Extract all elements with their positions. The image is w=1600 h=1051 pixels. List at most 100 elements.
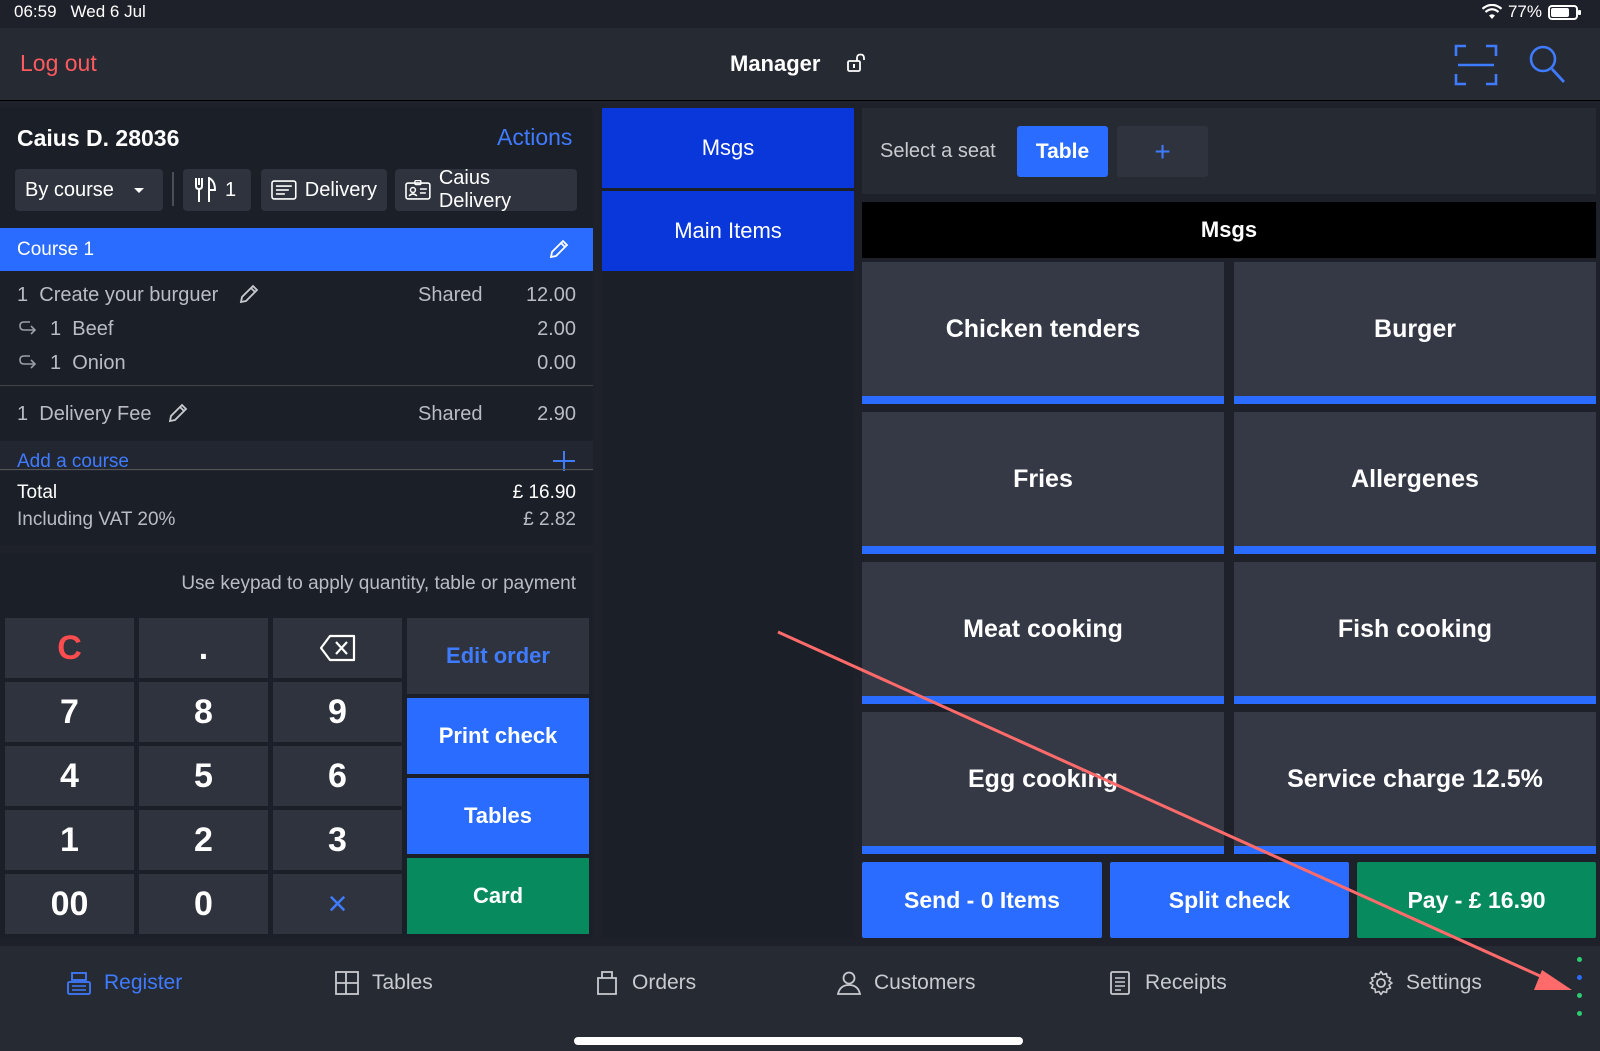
search-icon[interactable] <box>1528 44 1566 84</box>
send-button[interactable]: Send - 0 Items <box>862 862 1102 938</box>
logout-button[interactable]: Log out <box>20 50 97 77</box>
modifier-item[interactable]: 1 Onion <box>50 352 126 375</box>
item-name: Create your burguer <box>39 284 219 306</box>
key-0[interactable]: 0 <box>139 874 268 934</box>
key-5[interactable]: 5 <box>139 746 268 806</box>
key-3[interactable]: 3 <box>273 810 402 870</box>
bottom-nav <box>0 946 1600 1051</box>
unlock-icon[interactable] <box>846 53 866 73</box>
receipt-list-icon <box>1110 971 1130 995</box>
nav-receipts[interactable]: Receipts <box>1107 970 1227 996</box>
vat-label: Including VAT 20% <box>17 509 176 530</box>
menu-tile-egg-cooking[interactable]: Egg cooking <box>862 712 1224 854</box>
item-qty: 1 <box>50 318 62 340</box>
total-label: Total <box>17 482 58 503</box>
item-qty: 1 <box>17 284 29 306</box>
item-price: 2.00 <box>537 318 576 340</box>
modifier-item[interactable]: 1 Beef <box>50 318 113 341</box>
edit-course-icon[interactable] <box>548 238 570 260</box>
split-check-button[interactable]: Split check <box>1110 862 1349 938</box>
gear-icon <box>1369 970 1393 996</box>
key-2[interactable]: 2 <box>139 810 268 870</box>
item-qty: 1 <box>17 403 29 425</box>
cutlery-icon <box>195 177 217 202</box>
delivery-name-chip[interactable]: Caius Delivery <box>395 167 577 212</box>
delivery-chip[interactable]: Delivery <box>261 169 387 211</box>
customer-name: Caius D. 28036 <box>17 125 180 151</box>
seat-label: Select a seat <box>880 140 996 162</box>
course-label: Course 1 <box>17 239 95 260</box>
covers-count: 1 <box>225 178 237 201</box>
item-name: Beef <box>72 318 114 340</box>
mode-dropdown[interactable]: By course <box>15 169 163 211</box>
edit-order-button[interactable]: Edit order <box>407 618 589 694</box>
key-1[interactable]: 1 <box>5 810 134 870</box>
nav-label: Register <box>104 971 183 994</box>
modifier-icon <box>19 321 37 335</box>
menu-tile-fish-cooking[interactable]: Fish cooking <box>1234 562 1596 704</box>
edit-item-icon[interactable] <box>238 283 260 305</box>
card-button[interactable]: Card <box>407 858 589 934</box>
modifier-icon <box>19 355 37 369</box>
row-divider <box>0 385 593 386</box>
tables-button[interactable]: Tables <box>407 778 589 854</box>
nav-orders[interactable]: Orders <box>594 970 696 996</box>
status-bar: 06:59 Wed 6 Jul <box>14 2 146 22</box>
table-seat-button[interactable]: Table <box>1017 126 1108 177</box>
item-share: Shared <box>418 284 483 306</box>
edit-item-icon[interactable] <box>167 402 189 424</box>
wifi-icon <box>1481 4 1502 19</box>
total-divider <box>0 469 593 470</box>
key-9[interactable]: 9 <box>273 682 402 742</box>
nav-customers[interactable]: Customers <box>836 970 976 996</box>
actions-button[interactable]: Actions <box>497 124 572 151</box>
delivery-label: Delivery <box>304 178 377 201</box>
menu-tile-service-charge[interactable]: Service charge 12.5% <box>1234 712 1596 854</box>
backspace-key[interactable] <box>273 618 402 678</box>
pay-button[interactable]: Pay - £ 16.90 <box>1357 862 1596 938</box>
total-value: £ 16.90 <box>512 482 576 503</box>
status-date: Wed 6 Jul <box>70 2 146 21</box>
menu-tile-fries[interactable]: Fries <box>862 412 1224 554</box>
order-item[interactable]: 1 Delivery Fee <box>17 403 152 426</box>
nav-label: Customers <box>874 971 976 994</box>
grid-icon <box>335 971 359 995</box>
covers-chip[interactable]: 1 <box>183 169 251 211</box>
key-4[interactable]: 4 <box>5 746 134 806</box>
scan-icon[interactable] <box>1454 44 1498 86</box>
print-check-button[interactable]: Print check <box>407 698 589 774</box>
vat-value: £ 2.82 <box>523 509 576 530</box>
nav-settings[interactable]: Settings <box>1368 970 1482 996</box>
menu-tile-chicken-tenders[interactable]: Chicken tenders <box>862 262 1224 404</box>
nav-tables[interactable]: Tables <box>334 970 433 996</box>
key-6[interactable]: 6 <box>273 746 402 806</box>
item-price: 2.90 <box>537 403 576 425</box>
user-icon <box>836 971 862 995</box>
nav-label: Orders <box>632 971 697 994</box>
menu-tile-allergenes[interactable]: Allergenes <box>1234 412 1596 554</box>
clear-key[interactable]: C <box>5 618 134 678</box>
category-main-items[interactable]: Main Items <box>602 191 854 271</box>
nav-register[interactable]: Register <box>66 970 182 996</box>
item-qty: 1 <box>50 352 62 374</box>
dot <box>1577 993 1582 998</box>
add-seat-button[interactable]: + <box>1117 126 1208 177</box>
mode-label: By course <box>25 178 114 201</box>
item-name: Delivery Fee <box>39 403 152 425</box>
menu-tile-burger[interactable]: Burger <box>1234 262 1596 404</box>
item-price: 0.00 <box>537 352 576 374</box>
order-item[interactable]: 1 Create your burguer <box>17 284 218 307</box>
battery-fill <box>1551 7 1570 17</box>
multiply-key[interactable]: × <box>273 874 402 934</box>
key-7[interactable]: 7 <box>5 682 134 742</box>
id-card-icon <box>405 180 431 200</box>
key-00[interactable]: 00 <box>5 874 134 934</box>
register-icon <box>67 972 91 995</box>
backspace-icon <box>319 634 355 662</box>
decimal-key[interactable]: . <box>139 618 268 678</box>
category-msgs[interactable]: Msgs <box>602 108 854 188</box>
dot <box>1577 975 1582 980</box>
menu-tile-meat-cooking[interactable]: Meat cooking <box>862 562 1224 704</box>
more-menu-dots[interactable] <box>1577 957 1582 1016</box>
key-8[interactable]: 8 <box>139 682 268 742</box>
